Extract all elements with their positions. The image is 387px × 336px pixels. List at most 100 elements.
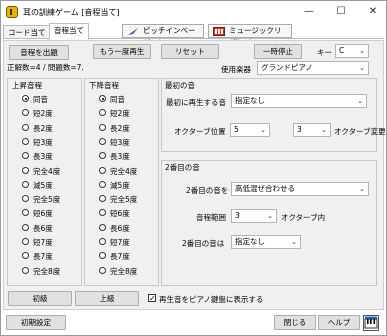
lower-radio-label: 長3度 [110,152,130,162]
radio-button-icon [22,95,29,102]
second-how-select-value: 高低混ぜ合わせる [235,184,295,193]
tab-chord[interactable]: コード当て [3,25,51,39]
lower-radio-label: 短2度 [110,109,130,119]
lower-radio-label: 短6度 [110,209,130,219]
chevron-down-icon: ⌄ [267,212,273,220]
chevron-down-icon: ⌄ [321,126,327,134]
upper-radio-label: 短3度 [33,137,53,147]
upper-interval-group: 上昇音程 同音 短2度 長2度 短3度 長3度 完全4度 減5度 完全5度 短6度 長6度 短7度長… [7,78,82,286]
radio-button-icon [22,137,29,145]
app-window: 耳の訓練ゲーム [音程当て] — ☐ ✕ コード当て 音程当て ピッチインベージ… [0,0,387,336]
first-note-group: 最初の音 最初に再生する音 指定なし ⌄ オクターブ位置 5 ⌄ 3 ⌄ オクタ… [161,78,386,152]
chevron-down-icon: ⌄ [260,126,266,134]
maximize-button[interactable]: ☐ [333,4,349,20]
feather-icon [128,28,138,35]
show-on-piano-label: 再生音をピアノ鍵盤に表示する [159,295,264,304]
radio-button-icon [22,223,29,231]
radio-button-icon [22,166,29,174]
octave-position-select-value: 5 [234,125,239,134]
second-note-title: 2番目の音 [165,163,200,172]
instrument-select-value: グランドピアノ [261,63,313,72]
second-note-group: 2番目の音 2番目の音を 高低混ぜ合わせる ⌄ 音程範囲 3 ⌄ オクターブ内 … [161,160,377,286]
keyboard-icon[interactable] [363,315,379,331]
music-replay-button[interactable]: ミュージックリプレイ [208,24,292,47]
advanced-button[interactable]: 上級 [75,291,139,306]
lower-interval-list: 同音 短2度 長2度 短3度 長3度 完全4度 減5度 完全5度 短6度 長6度 短7度 長7度 完全8… [99,94,157,284]
upper-radio-label: 長7度 [33,252,53,262]
lower-interval-title: 下降音程 [89,81,119,90]
upper-radio-label: 長3度 [33,152,53,162]
pause-button[interactable]: 一時停止 [254,44,302,59]
second-how-label: 2番目の音を [186,186,229,195]
key-select[interactable]: C ⌄ [335,44,369,58]
first-note-title: 最初の音 [165,81,195,90]
chevron-down-icon: ⌄ [291,238,297,246]
close-window-button[interactable]: ✕ [365,4,381,20]
upper-radio-label: 短7度 [33,238,53,247]
radio-button-icon [99,123,106,131]
show-on-piano-checkbox[interactable]: ✓ [148,294,156,303]
radio-button-icon [22,238,29,245]
second-note-select[interactable]: 指定なし ⌄ [231,235,301,249]
radio-button-icon [99,180,106,188]
beginner-button[interactable]: 初級 [8,291,72,306]
radio-button-icon [99,266,106,274]
pitch-invasion-button[interactable]: ピッチインベージョン [122,24,204,47]
radio-button-icon [22,252,29,260]
reset-button[interactable]: リセット [161,44,219,59]
second-how-select[interactable]: 高低混ぜ合わせる ⌄ [231,182,369,196]
octave-position-label: オクターブ位置 [174,127,226,136]
upper-radio-label: 完全8度 [33,266,61,276]
lower-radio-label: 完全5度 [110,195,138,205]
range-select[interactable]: 3 ⌄ [231,209,277,223]
checkmark-icon: ✓ [149,294,156,303]
close-button[interactable]: 閉じる [274,315,316,330]
upper-interval-title: 上昇音程 [12,81,42,90]
upper-radio-label: 短2度 [33,109,53,119]
tab-interval[interactable]: 音程当て [49,23,89,40]
first-play-select[interactable]: 指定なし ⌄ [231,94,367,108]
lower-radio-label: 減5度 [110,180,130,190]
help-button[interactable]: ヘルプ [318,315,360,330]
radio-button-icon [22,209,29,217]
radio-button-icon [99,223,106,231]
radio-button-icon [99,95,106,102]
first-play-label: 最初に再生する音 [166,98,226,107]
range-select-value: 3 [235,211,240,220]
chevron-down-icon: ⌄ [357,97,363,105]
radio-button-icon [99,152,106,160]
second-note-label: 2番目の音は [182,239,225,248]
upper-radio-label: 長2度 [33,123,53,133]
lower-radio-label: 同音 [110,95,125,104]
window-title: 耳の訓練ゲーム [音程当て] [23,8,120,17]
upper-radio-label: 減5度 [33,180,53,190]
radio-button-icon [99,109,106,117]
chevron-down-icon: ⌄ [359,64,365,72]
octave-position-select[interactable]: 5 ⌄ [230,123,270,137]
replay-button[interactable]: もう一度再生 [93,44,151,59]
radio-button-icon [22,109,29,117]
second-note-select-value: 指定なし [235,237,265,246]
instrument-select[interactable]: グランドピアノ ⌄ [257,61,369,75]
radio-button-icon [22,266,29,274]
octave-change-label: オクターブ変更 [334,127,386,136]
instrument-label: 使用楽器 [221,65,251,74]
upper-radio-label: 短6度 [33,209,53,219]
ask-interval-button[interactable]: 音程を出題 [9,45,69,60]
radio-button-icon [22,123,29,131]
chevron-down-icon: ⌄ [359,47,365,55]
lower-interval-group: 下降音程 同音 短2度 長2度 短3度 長3度 完全4度 減5度 完全5度 短6度 長6度 短7度長… [84,78,159,286]
range-unit-label: オクターブ内 [281,213,326,222]
init-settings-button[interactable]: 初期設定 [6,315,66,330]
title-bar: 耳の訓練ゲーム [音程当て] — ☐ ✕ [1,1,386,23]
lower-radio-label: 長7度 [110,252,130,262]
upper-radio-label: 完全5度 [33,195,61,205]
octave-change-select[interactable]: 3 ⌄ [293,123,331,137]
upper-radio-label: 同音 [33,95,48,104]
lower-radio-label: 完全8度 [110,266,138,276]
minimize-button[interactable]: — [301,4,317,20]
upper-radio-label: 長6度 [33,223,53,233]
key-select-value: C [339,46,345,55]
lower-radio-label: 長6度 [110,223,130,233]
range-label: 音程範囲 [196,213,226,222]
